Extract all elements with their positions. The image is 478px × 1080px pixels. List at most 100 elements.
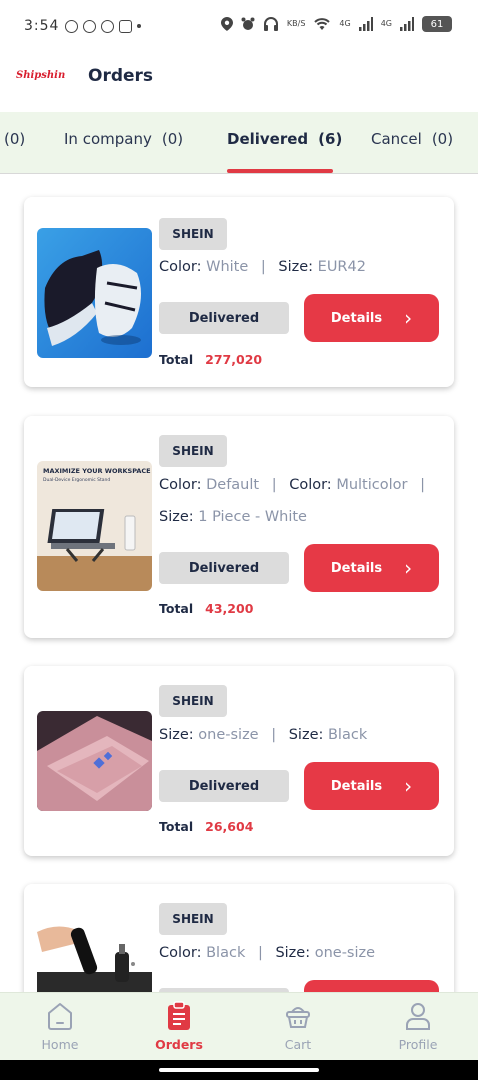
attr-separator: | (420, 477, 425, 493)
nav-profile[interactable]: Profile (368, 999, 468, 1052)
nav-label: Profile (398, 1037, 438, 1052)
app-header: Shipshin Orders (0, 52, 478, 112)
status-bar: 3:54 KB/S 4G 4G 61 (0, 0, 478, 52)
attr-key: Color: (159, 477, 202, 493)
product-thumbnail[interactable] (37, 228, 152, 358)
orders-clipboard-icon (164, 999, 194, 1033)
attr-separator: | (260, 259, 266, 275)
product-attributes: Color: White | Size: EUR42 (159, 259, 366, 275)
orders-screen: 3:54 KB/S 4G 4G 61 Shipshin Orders (0) I… (0, 0, 478, 1080)
attr-key: Size: (159, 727, 194, 743)
network-type-2: 4G (380, 19, 392, 28)
order-card[interactable]: SHEIN Color: White | Size: EUR42 Deliver… (24, 197, 454, 387)
product-thumbnail[interactable]: MAXIMIZE YOUR WORKSPACE Dual-Device Ergo… (37, 461, 152, 591)
attr-value: Black (206, 945, 246, 961)
attr-value: one-size (198, 727, 259, 743)
details-button[interactable]: Details › (304, 544, 439, 592)
order-total: Total 26,604 (159, 819, 253, 834)
attr-key: Size: (159, 509, 194, 525)
battery-indicator: 61 (422, 16, 452, 32)
tab-label: Delivered (227, 130, 309, 148)
tab-delivered[interactable]: Delivered (6) (227, 130, 342, 148)
store-badge: SHEIN (159, 435, 227, 467)
nav-label: Orders (155, 1037, 203, 1052)
details-label: Details (330, 778, 383, 794)
system-icons: KB/S 4G 4G 61 (220, 16, 452, 32)
attr-separator: | (271, 477, 277, 493)
attr-value: one-size (314, 945, 376, 961)
store-badge: SHEIN (159, 685, 227, 717)
app-logo: Shipshin (16, 70, 66, 81)
order-status-badge: Delivered (159, 302, 289, 334)
order-total: Total 277,020 (159, 352, 262, 367)
order-list[interactable]: SHEIN Color: White | Size: EUR42 Deliver… (0, 175, 478, 992)
product-thumbnail[interactable] (37, 711, 152, 811)
whatsapp-icon (65, 19, 79, 33)
total-label: Total (159, 352, 194, 367)
details-label: Details (330, 310, 383, 326)
attr-value: White (206, 259, 249, 275)
chevron-right-icon: › (404, 556, 413, 580)
football-boots-image (37, 228, 152, 358)
attr-value: Black (327, 727, 368, 743)
tab-count: (6) (318, 130, 343, 148)
order-status-badge: Delivered (159, 770, 289, 802)
nav-label: Cart (284, 1037, 312, 1052)
home-icon (45, 999, 75, 1033)
wifi-icon (314, 18, 331, 30)
nav-home[interactable]: Home (10, 999, 110, 1052)
headphones-icon (263, 17, 278, 31)
order-status-badge: Delivered (159, 552, 289, 584)
more-notifications-dot (137, 24, 142, 28)
signal-icon-2 (400, 17, 414, 31)
details-label: Details (330, 560, 383, 576)
attr-value: Default (206, 477, 260, 493)
order-total: Total 43,200 (159, 601, 253, 616)
details-button[interactable]: Details › (304, 762, 439, 810)
page-title: Orders (88, 66, 154, 86)
system-gesture-bar (0, 1060, 478, 1080)
tab-cancel[interactable]: Cancel (0) (371, 130, 453, 148)
tab-count: (0) (431, 130, 454, 148)
nav-orders[interactable]: Orders (129, 999, 229, 1052)
attr-key: Size: (278, 259, 314, 275)
attr-value: Multicolor (336, 477, 408, 493)
nav-label: Home (41, 1037, 79, 1052)
network-type-1: 4G (339, 19, 351, 28)
order-card[interactable]: SHEIN Color: Black | Size: one-size (24, 884, 454, 992)
details-button[interactable] (304, 980, 439, 992)
attr-key: Color: (159, 259, 202, 275)
whatsapp-business-icon (83, 19, 97, 33)
total-label: Total (159, 819, 194, 834)
location-icon (220, 17, 233, 31)
tab-in-company[interactable]: In company (0) (64, 130, 183, 148)
status-time: 3:54 (24, 18, 60, 34)
total-value: 43,200 (205, 601, 254, 616)
alarm-icon (241, 17, 255, 30)
attr-key: Size: (275, 945, 311, 961)
nose-trimmer-image (37, 912, 152, 992)
nav-cart[interactable]: Cart (248, 999, 348, 1052)
cart-basket-icon (283, 999, 313, 1033)
product-attributes: Size: one-size | Size: Black (159, 727, 367, 743)
banner-title: MAXIMIZE YOUR WORKSPACE (43, 467, 151, 475)
store-badge: SHEIN (159, 218, 227, 250)
tab-previous[interactable]: (0) (4, 130, 25, 148)
total-value: 277,020 (205, 352, 263, 367)
banner-subtitle: Dual-Device Ergonomic Stand (43, 477, 110, 483)
total-value: 26,604 (205, 819, 254, 834)
profile-icon (403, 999, 433, 1033)
details-button[interactable]: Details › (304, 294, 439, 342)
order-card[interactable]: SHEIN Size: one-size | Size: Black Deliv… (24, 666, 454, 856)
attr-key: Color: (159, 945, 202, 961)
attr-separator: | (271, 727, 277, 743)
attr-key: Color: (289, 477, 332, 493)
chevron-right-icon: › (404, 774, 413, 798)
order-card[interactable]: MAXIMIZE YOUR WORKSPACE Dual-Device Ergo… (24, 416, 454, 638)
net-speed: KB/S (286, 19, 306, 28)
attr-value: 1 Piece - White (198, 509, 307, 525)
attr-separator: | (257, 945, 263, 961)
home-gesture-handle[interactable] (159, 1068, 319, 1072)
tab-count: (0) (4, 130, 26, 148)
product-thumbnail[interactable] (37, 912, 152, 992)
